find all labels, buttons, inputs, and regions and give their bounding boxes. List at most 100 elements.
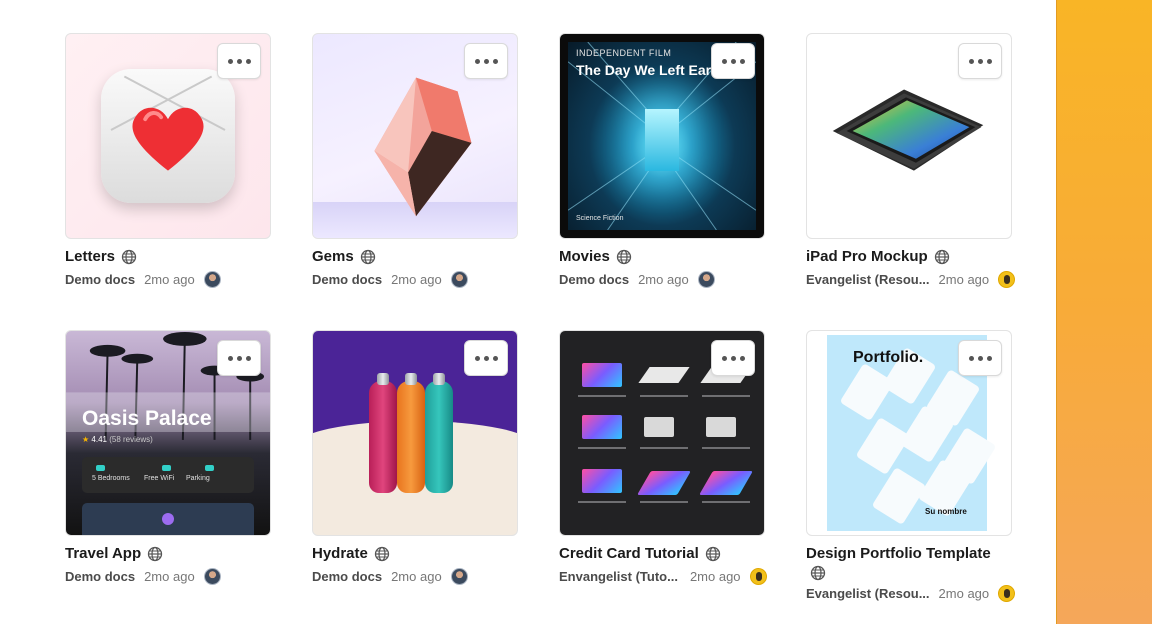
doc-thumbnail[interactable]	[806, 33, 1012, 239]
doc-timestamp: 2mo ago	[638, 272, 689, 287]
card-preview	[582, 469, 622, 493]
amenity-label: 5 Bedrooms	[92, 475, 130, 482]
bed-icon	[96, 465, 105, 471]
tunnel-light	[645, 108, 679, 171]
car-icon	[205, 465, 214, 471]
card-preview	[637, 471, 691, 495]
more-horizontal-icon	[968, 355, 992, 361]
side-panel	[1056, 0, 1152, 624]
doc-timestamp: 2mo ago	[391, 569, 442, 584]
map-pin-icon	[162, 513, 174, 525]
globe-icon	[934, 249, 949, 264]
card-preview	[582, 363, 622, 387]
doc-card-movies[interactable]: INDEPENDENT FILM The Day We Left Ear Sci…	[559, 33, 765, 288]
thumb-footer: Su nombre	[925, 507, 967, 516]
doc-source[interactable]: Evangelist (Resou...	[806, 586, 930, 601]
doc-title[interactable]: iPad Pro Mockup	[806, 248, 928, 265]
doc-timestamp: 2mo ago	[689, 569, 741, 584]
doc-title[interactable]: Design Portfolio Template	[806, 545, 991, 562]
star-icon: ★	[82, 435, 90, 444]
globe-icon	[616, 249, 632, 264]
caption-line	[702, 447, 750, 449]
avatar[interactable]	[998, 271, 1016, 288]
doc-timestamp: 2mo ago	[938, 586, 990, 601]
more-horizontal-icon	[721, 355, 745, 361]
more-options-button[interactable]	[464, 340, 508, 376]
document-grid: Letters Demo docs 2mo ago Gems Demo docs…	[0, 0, 1056, 624]
doc-thumbnail[interactable]	[312, 330, 518, 536]
doc-thumbnail[interactable]	[65, 33, 271, 239]
caption-line	[578, 501, 626, 503]
doc-thumbnail[interactable]	[312, 33, 518, 239]
thumb-headline: The Day We Left Ear	[576, 62, 712, 78]
bottle-illustration	[425, 373, 453, 493]
bottle-illustration	[369, 373, 397, 493]
more-options-button[interactable]	[958, 340, 1002, 376]
more-options-button[interactable]	[464, 43, 508, 79]
avatar[interactable]	[450, 568, 468, 585]
doc-card-ipad-pro-mockup[interactable]: iPad Pro Mockup Evangelist (Resou... 2mo…	[806, 33, 1016, 288]
doc-thumbnail[interactable]: INDEPENDENT FILM The Day We Left Ear Sci…	[559, 33, 765, 239]
map-preview	[82, 503, 254, 535]
thumb-kicker: INDEPENDENT FILM	[576, 48, 672, 58]
thumb-rating: ★ 4.41 (58 reviews)	[82, 435, 153, 444]
wifi-icon	[162, 465, 171, 471]
thumb-headline: Portfolio.	[853, 349, 924, 366]
caption-line	[640, 501, 688, 503]
avatar[interactable]	[203, 568, 221, 585]
doc-title[interactable]: Travel App	[65, 545, 141, 562]
doc-source[interactable]: Demo docs	[559, 272, 629, 287]
more-horizontal-icon	[227, 58, 251, 64]
doc-source[interactable]: Demo docs	[312, 272, 382, 287]
doc-timestamp: 2mo ago	[144, 272, 195, 287]
doc-thumbnail[interactable]: Portfolio. Su nombre	[806, 330, 1012, 536]
portfolio-tile	[839, 362, 895, 422]
doc-card-travel-app[interactable]: Oasis Palace ★ 4.41 (58 reviews) 5 Bedro…	[65, 330, 271, 585]
amenities-panel: 5 Bedrooms Free WiFi Parking	[82, 457, 254, 493]
more-options-button[interactable]	[958, 43, 1002, 79]
amenity-label: Free WiFi	[144, 475, 175, 482]
more-horizontal-icon	[474, 355, 498, 361]
caption-line	[578, 395, 626, 397]
doc-title[interactable]: Gems	[312, 248, 354, 265]
doc-title[interactable]: Movies	[559, 248, 610, 265]
globe-icon	[374, 546, 390, 561]
avatar[interactable]	[450, 271, 468, 288]
doc-source[interactable]: Evangelist (Resou...	[806, 272, 930, 287]
doc-title[interactable]: Letters	[65, 248, 115, 265]
doc-card-gems[interactable]: Gems Demo docs 2mo ago	[312, 33, 518, 288]
card-preview	[644, 417, 674, 437]
more-horizontal-icon	[721, 58, 745, 64]
caption-line	[578, 447, 626, 449]
globe-icon	[705, 546, 720, 561]
doc-source[interactable]: Envangelist (Tuto...	[559, 569, 678, 584]
doc-timestamp: 2mo ago	[938, 272, 990, 287]
doc-thumbnail[interactable]: Oasis Palace ★ 4.41 (58 reviews) 5 Bedro…	[65, 330, 271, 536]
doc-title[interactable]: Credit Card Tutorial	[559, 545, 699, 562]
caption-line	[702, 501, 750, 503]
doc-source[interactable]: Demo docs	[65, 569, 135, 584]
doc-card-design-portfolio-template[interactable]: Portfolio. Su nombre Design Portfolio Te…	[806, 330, 1016, 602]
globe-icon	[810, 565, 826, 581]
globe-icon	[147, 546, 163, 561]
more-options-button[interactable]	[711, 340, 755, 376]
rating-reviews: (58 reviews)	[109, 435, 153, 444]
doc-card-letters[interactable]: Letters Demo docs 2mo ago	[65, 33, 271, 288]
doc-title[interactable]: Hydrate	[312, 545, 368, 562]
avatar[interactable]	[203, 271, 221, 288]
avatar[interactable]	[998, 585, 1016, 602]
doc-thumbnail[interactable]	[559, 330, 765, 536]
doc-source[interactable]: Demo docs	[65, 272, 135, 287]
doc-source[interactable]: Demo docs	[312, 569, 382, 584]
amenity-label: Parking	[186, 475, 210, 482]
doc-card-credit-card-tutorial[interactable]: Credit Card Tutorial Envangelist (Tuto..…	[559, 330, 767, 585]
doc-card-hydrate[interactable]: Hydrate Demo docs 2mo ago	[312, 330, 518, 585]
thumb-headline: Oasis Palace	[82, 407, 212, 430]
avatar[interactable]	[749, 568, 767, 585]
more-horizontal-icon	[968, 58, 992, 64]
more-options-button[interactable]	[217, 43, 261, 79]
more-options-button[interactable]	[217, 340, 261, 376]
more-options-button[interactable]	[711, 43, 755, 79]
caption-line	[702, 395, 750, 397]
avatar[interactable]	[697, 271, 715, 288]
